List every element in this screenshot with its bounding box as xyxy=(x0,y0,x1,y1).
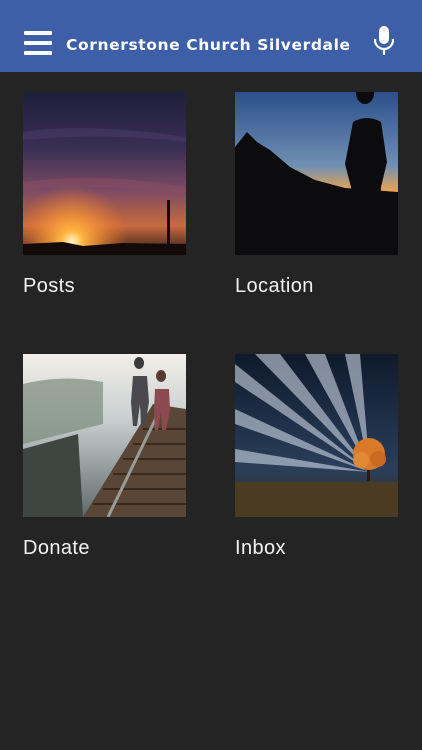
silhouette-mountain-image xyxy=(235,92,398,255)
tile-label-posts: Posts xyxy=(23,275,76,297)
microphone-icon[interactable] xyxy=(372,25,396,57)
tile-location[interactable]: Location xyxy=(235,92,398,298)
app-header: Cornerstone Church Silverdale xyxy=(0,0,422,72)
tile-label-location: Location xyxy=(235,275,314,297)
app-title: Cornerstone Church Silverdale xyxy=(66,36,351,54)
hamburger-menu-icon[interactable] xyxy=(24,31,52,55)
sunset-horizon-image xyxy=(23,92,186,255)
tile-label-donate: Donate xyxy=(23,537,90,559)
tile-label-inbox: Inbox xyxy=(235,537,286,559)
tree-light-rays-image xyxy=(235,354,398,517)
tile-inbox[interactable]: Inbox xyxy=(235,354,398,560)
tile-posts[interactable]: Posts xyxy=(23,92,186,298)
railroad-bridge-image xyxy=(23,354,186,517)
tile-donate[interactable]: Donate xyxy=(23,354,186,560)
